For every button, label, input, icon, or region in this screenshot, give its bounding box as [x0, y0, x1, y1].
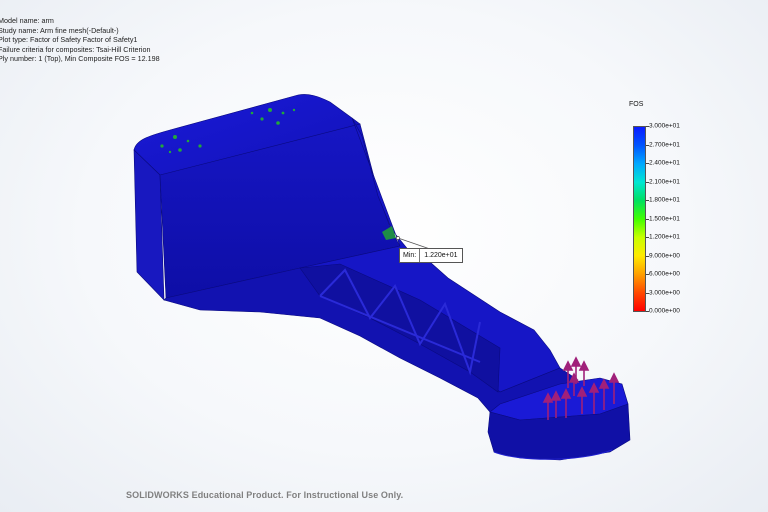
legend-tick-label: 1.200e+01 — [649, 233, 680, 241]
legend-tick-mark — [646, 311, 649, 312]
min-value-callout[interactable]: Min: 1.220e+01 — [399, 248, 463, 263]
graphics-viewport[interactable]: Model name: arm Study name: Arm fine mes… — [0, 0, 768, 512]
legend-tick-mark — [646, 126, 649, 127]
legend-tick-mark — [646, 144, 649, 146]
legend-tick-label: 1.500e+01 — [649, 215, 680, 222]
min-callout-value: 1.220e+01 — [424, 252, 458, 259]
educational-watermark: SOLIDWORKS Educational Product. For Inst… — [126, 490, 404, 500]
legend-tick-label: 9.000e+00 — [649, 252, 680, 259]
legend-tick-mark — [646, 181, 649, 183]
min-callout-label: Min: — [400, 249, 421, 262]
min-location-marker — [396, 236, 400, 240]
legend-tick-label: 2.700e+01 — [649, 141, 680, 148]
legend-tick-mark — [646, 218, 649, 220]
legend-tick-label: 1.800e+01 — [649, 196, 680, 204]
legend-tick-mark — [646, 237, 649, 238]
legend-tick-mark — [646, 292, 649, 294]
legend-title: FOS — [629, 101, 644, 108]
legend-tick-label: 3.000e+01 — [649, 122, 680, 130]
legend-tick-label: 2.100e+01 — [649, 178, 680, 185]
legend-tick-label: 0.000e+00 — [649, 307, 680, 315]
legend-tick-label: 3.000e+00 — [649, 289, 680, 296]
legend-tick-label: 2.400e+01 — [649, 159, 680, 167]
legend-tick-label: 6.000e+00 — [649, 270, 680, 278]
legend-tick-mark — [646, 274, 649, 275]
legend-tick-mark — [646, 255, 649, 257]
legend-tick-mark — [646, 163, 649, 164]
legend-tick-mark — [646, 200, 649, 201]
fos-color-scale-bar — [633, 126, 646, 312]
